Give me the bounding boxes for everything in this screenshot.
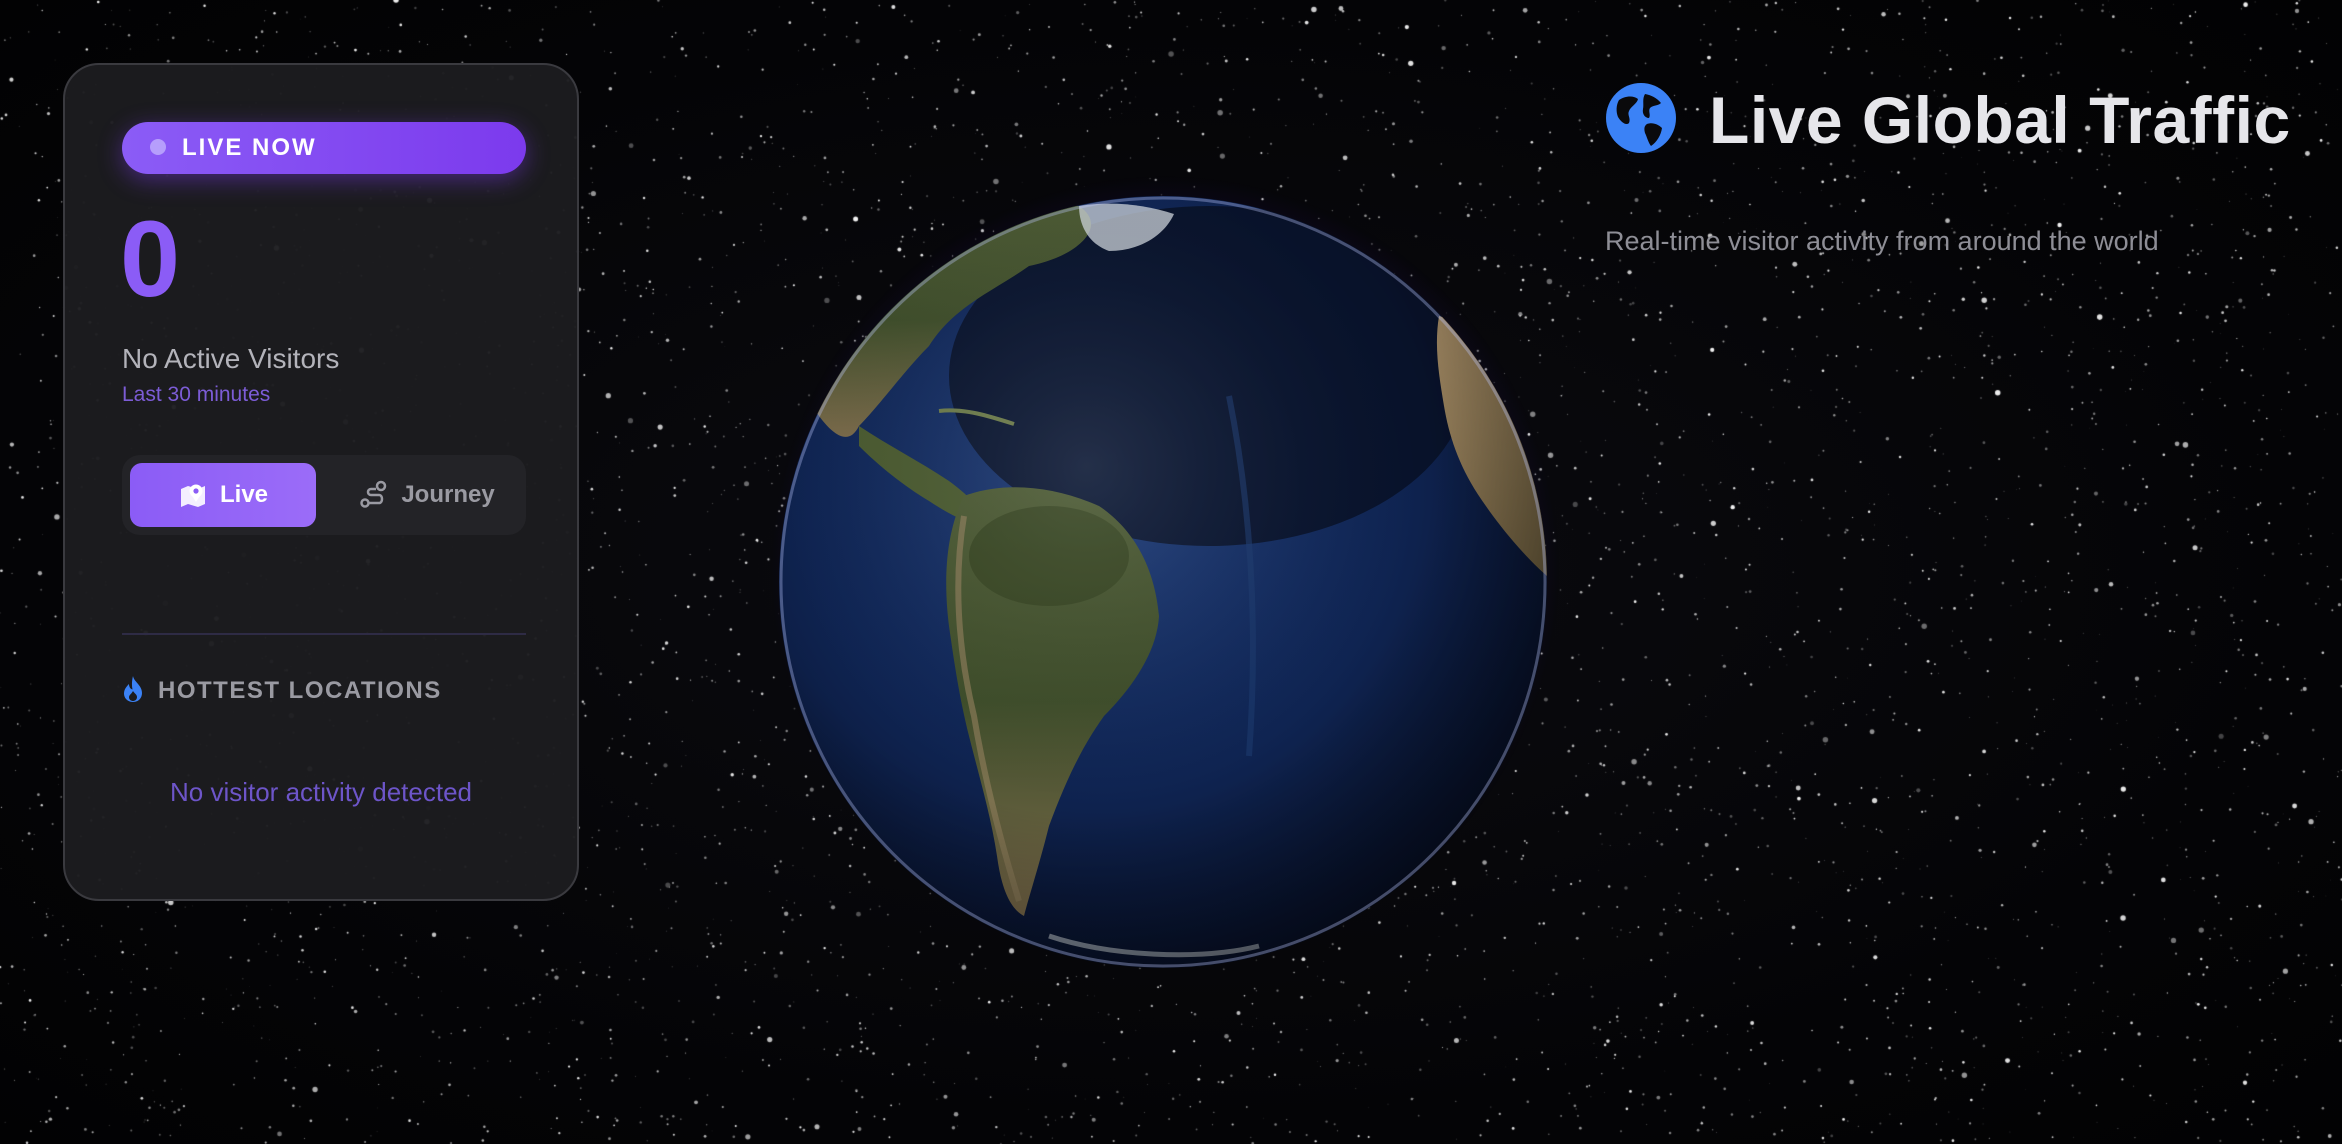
europe-landmass [1469, 256, 1547, 346]
live-now-badge: LIVE NOW [122, 122, 526, 174]
route-icon [359, 480, 389, 510]
page-header: Live Global Traffic [1605, 82, 2291, 158]
journey-mode-button[interactable]: Journey [336, 463, 518, 527]
globe-icon [1605, 82, 1677, 159]
traffic-dashboard: LIVE NOW 0 No Active Visitors Last 30 mi… [0, 0, 2342, 1144]
visitor-stats-panel: LIVE NOW 0 No Active Visitors Last 30 mi… [63, 63, 579, 901]
page-subtitle: Real-time visitor activity from around t… [1605, 226, 2159, 256]
live-now-label: LIVE NOW [182, 134, 317, 161]
hottest-locations-title: HOTTEST LOCATIONS [158, 677, 442, 704]
time-window-text: Last 30 minutes [122, 383, 271, 406]
live-indicator-dot [150, 139, 166, 155]
visitor-status-text: No Active Visitors [122, 343, 340, 374]
earth-globe[interactable] [779, 196, 1547, 968]
panel-divider [122, 633, 526, 635]
map-pin-icon [178, 480, 208, 510]
view-mode-switch: Live Journey [122, 455, 526, 535]
active-visitor-count: 0 [120, 198, 181, 319]
journey-mode-label: Journey [401, 481, 495, 508]
globe-shading [779, 196, 1547, 968]
flame-icon [122, 675, 144, 708]
page-title: Live Global Traffic [1709, 83, 2291, 157]
hottest-locations-header: HOTTEST LOCATIONS [122, 675, 442, 707]
live-mode-label: Live [219, 481, 269, 508]
empty-state-message: No visitor activity detected [169, 777, 472, 807]
live-mode-button[interactable]: Live [130, 463, 316, 527]
